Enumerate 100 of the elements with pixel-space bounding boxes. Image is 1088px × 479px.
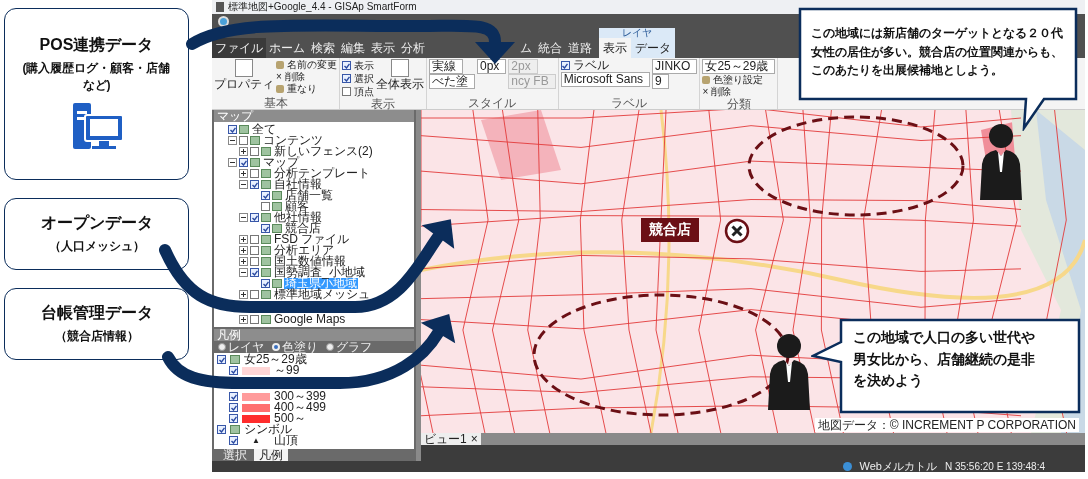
card-title: POS連携データ [39, 34, 154, 55]
dropdown[interactable]: 女25～29歳 [702, 59, 776, 74]
panel-tab[interactable]: 凡例 [254, 449, 288, 461]
ribbon-tab[interactable]: 道路 [565, 38, 595, 58]
checkbox-label: 表示 [354, 58, 374, 73]
dropdown[interactable]: 9 [652, 74, 669, 89]
checkbox[interactable] [217, 425, 226, 434]
close-icon[interactable]: × [470, 433, 478, 445]
checkbox[interactable] [229, 366, 238, 375]
checkbox[interactable] [261, 191, 270, 200]
ribbon-button[interactable]: 色塗り設定 [702, 74, 776, 86]
ribbon-tab[interactable]: 編集 [338, 38, 368, 58]
collapse-icon[interactable] [239, 268, 248, 277]
map-label: 競合店 [641, 218, 699, 242]
ribbon-tab[interactable]: 分析 [398, 38, 428, 58]
radio-option[interactable]: レイヤ [218, 341, 264, 353]
card-subtitle: （人口メッシュ） [47, 238, 146, 255]
tree-item[interactable]: Google Maps [273, 314, 347, 325]
ribbon-button[interactable]: プロパティ [214, 59, 274, 91]
expand-icon[interactable] [239, 246, 248, 255]
checkbox[interactable] [250, 169, 259, 178]
expand-icon[interactable] [239, 169, 248, 178]
expand-icon[interactable] [239, 315, 248, 324]
ribbon-button[interactable]: × 削除 [276, 71, 337, 83]
checkbox[interactable] [250, 315, 259, 324]
checkbox[interactable] [250, 213, 259, 222]
ribbon-button[interactable]: × 削除 [702, 86, 776, 98]
tree-item[interactable]: 標準地域メッシュ [273, 289, 371, 300]
panel-title: マップ [214, 110, 414, 122]
ribbon-tab[interactable]: 検索 [308, 38, 338, 58]
checkbox[interactable] [250, 180, 259, 189]
radio-option[interactable]: 色塗り [272, 341, 318, 353]
dropdown[interactable]: 0px [477, 59, 507, 74]
tree-item[interactable]: 自社情報 [273, 179, 323, 190]
ribbon-tab[interactable]: データ [631, 38, 675, 58]
ribbon-button[interactable]: 全体表示 [376, 59, 424, 91]
checkbox[interactable] [250, 147, 259, 156]
checkbox[interactable] [239, 158, 248, 167]
collapse-icon[interactable] [228, 136, 237, 145]
dropdown[interactable]: 実線 [429, 59, 463, 74]
ribbon-button[interactable]: 名前の変更 [276, 59, 337, 71]
checkbox[interactable] [250, 268, 259, 277]
tree-item[interactable]: マップ [262, 157, 300, 168]
checkbox[interactable] [342, 61, 351, 70]
tree-item[interactable]: 他社情報 [273, 212, 323, 223]
view-tab[interactable]: ビュー1 × [421, 433, 481, 445]
tree-item[interactable]: 国土数値情報 [273, 256, 347, 267]
tree-item[interactable]: コンテンツ [262, 135, 324, 146]
dropdown[interactable]: Microsoft Sans [560, 72, 651, 87]
expand-icon[interactable] [239, 290, 248, 299]
ribbon-tab[interactable]: ファイル [212, 38, 266, 58]
checkbox[interactable] [250, 290, 259, 299]
collapse-icon[interactable] [239, 213, 248, 222]
tab-label[interactable]: ビュー1 [424, 433, 467, 445]
collapse-icon[interactable] [239, 180, 248, 189]
tree-item[interactable]: 店舗一覧 [284, 190, 334, 201]
checkbox[interactable] [250, 235, 259, 244]
tree-item[interactable]: 国勢調査_小地域 [273, 267, 366, 278]
checkbox[interactable] [261, 279, 270, 288]
checkbox[interactable] [342, 74, 351, 83]
checkbox[interactable] [261, 224, 270, 233]
tree-item[interactable]: 競合店 [284, 223, 322, 234]
dropdown[interactable]: JINKO [652, 59, 698, 74]
checkbox[interactable] [229, 403, 238, 412]
checkbox[interactable] [261, 202, 270, 211]
checkbox[interactable] [229, 436, 238, 445]
checkbox[interactable] [342, 87, 351, 96]
checkbox[interactable] [250, 246, 259, 255]
expand-icon[interactable] [239, 257, 248, 266]
ribbon-tab[interactable]: 表示 [368, 38, 398, 58]
ribbon-tab[interactable]: ム [428, 38, 535, 58]
ribbon-tab[interactable]: 表示 [599, 38, 631, 58]
tree-item[interactable]: 分析テンプレート [273, 168, 371, 179]
person-icon [766, 332, 812, 412]
globe-icon [842, 462, 852, 471]
tree-item[interactable]: 新しいフェンス(2) [273, 146, 374, 157]
checkbox[interactable] [239, 136, 248, 145]
tree-item[interactable]: FSD ファイル [273, 234, 351, 245]
checkbox[interactable] [217, 355, 226, 364]
collapse-icon[interactable] [228, 158, 237, 167]
radio-option[interactable]: グラフ [326, 341, 372, 353]
ribbon-tab[interactable]: 統合 [535, 38, 565, 58]
checkbox[interactable] [228, 125, 237, 134]
tree-item[interactable]: 全て [251, 124, 277, 135]
checkbox[interactable] [250, 257, 259, 266]
checkbox[interactable] [229, 414, 238, 423]
card-title: オープンデータ [40, 213, 153, 234]
card-subtitle: (購入履歴ログ・顧客・店舗など) [21, 59, 172, 94]
checkbox[interactable] [229, 392, 238, 401]
ribbon-tab[interactable]: ホーム [266, 38, 308, 58]
ribbon-button[interactable]: 重なり [276, 83, 337, 95]
dropdown[interactable]: べた塗 [429, 74, 475, 89]
callout-text: この地域で人口の多い世代や男女比から、店舗継続の是非を決めよう [853, 328, 1036, 391]
panel-tab[interactable]: 選択 [218, 449, 252, 461]
app-menu-icon[interactable] [218, 16, 229, 27]
expand-icon[interactable] [239, 147, 248, 156]
checkbox[interactable] [560, 61, 570, 70]
tree-item[interactable]: 分析エリア [273, 245, 335, 256]
tree-item[interactable]: 顧客 [284, 201, 310, 212]
expand-icon[interactable] [239, 235, 248, 244]
